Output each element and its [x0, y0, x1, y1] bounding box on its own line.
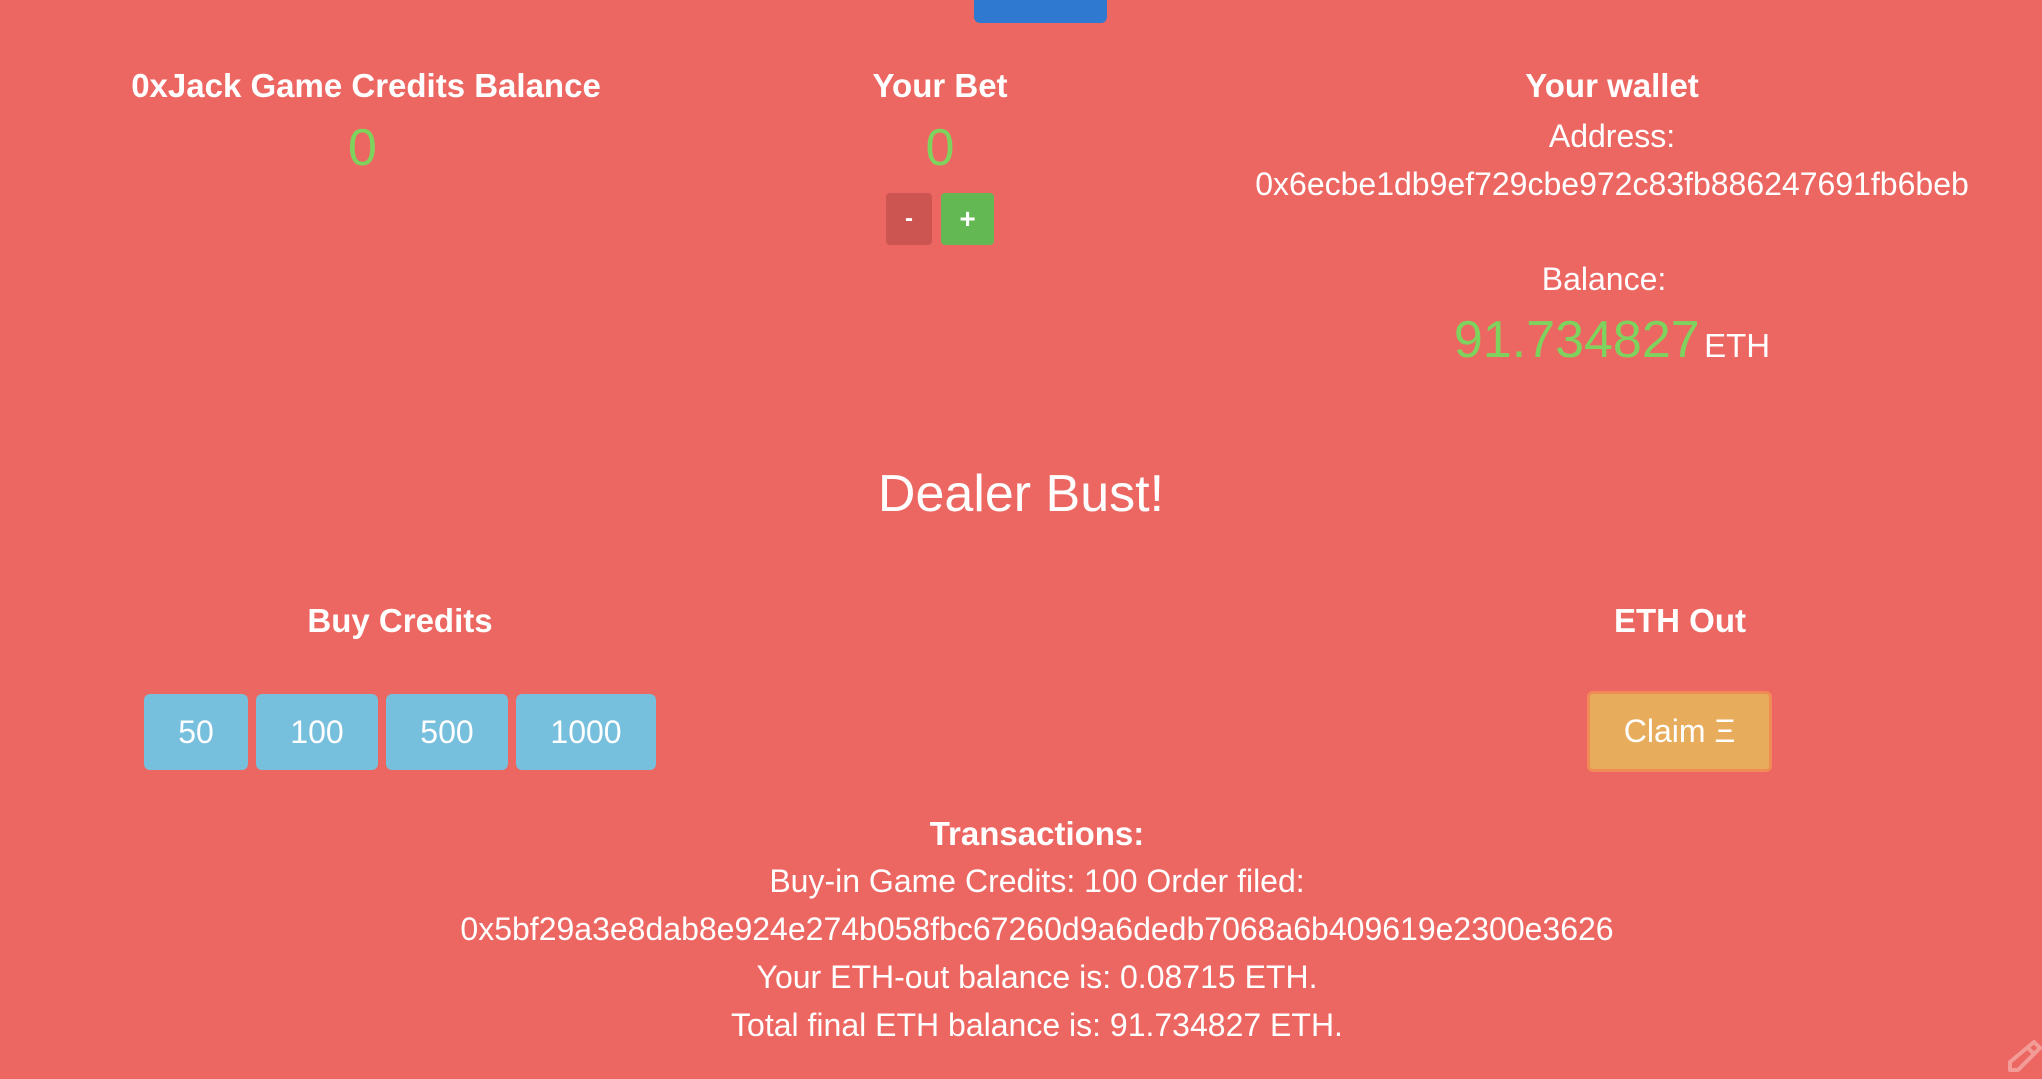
buy-credits-100-button[interactable]: 100	[256, 694, 378, 770]
wallet-title: Your wallet	[1525, 67, 1699, 104]
buy-credits-title: Buy Credits	[307, 602, 493, 639]
credits-balance-title: 0xJack Game Credits Balance	[131, 67, 601, 104]
transactions-title: Transactions:	[929, 815, 1145, 852]
bet-title: Your Bet	[872, 67, 1008, 104]
wallet-address: 0x6ecbe1db9ef729cbe972c83fb886247691fb6b…	[1255, 166, 1969, 202]
bet-increase-button[interactable]: +	[941, 193, 994, 245]
transaction-hash: 0x5bf29a3e8dab8e924e274b058fbc67260d9a6d…	[460, 911, 1614, 947]
buy-credits-1000-button[interactable]: 1000	[516, 694, 656, 770]
final-balance-line: Total final ETH balance is: 91.734827 ET…	[731, 1007, 1343, 1043]
top-action-button[interactable]	[974, 0, 1107, 23]
claim-button[interactable]: Claim Ξ	[1587, 691, 1772, 772]
buy-credits-50-button[interactable]: 50	[144, 694, 248, 770]
wallet-balance: 91.734827 ETH	[1212, 308, 2012, 385]
wallet-balance-unit: ETH	[1704, 327, 1771, 364]
eth-out-title: ETH Out	[1614, 602, 1746, 639]
transaction-line: Buy-in Game Credits: 100 Order filed:	[769, 863, 1305, 899]
bet-value: 0	[925, 119, 955, 177]
wallet-balance-value: 91.734827	[1453, 311, 1700, 369]
eth-out-balance-line: Your ETH-out balance is: 0.08715 ETH.	[756, 959, 1318, 995]
buy-credits-500-button[interactable]: 500	[386, 694, 508, 770]
credits-balance-value: 0	[348, 119, 377, 177]
wallet-balance-label: Balance:	[1541, 261, 1667, 297]
bet-decrease-button[interactable]: -	[886, 193, 932, 245]
game-status-message: Dealer Bust!	[877, 465, 1165, 523]
pencil-icon[interactable]	[2004, 1036, 2042, 1074]
wallet-address-label: Address:	[1548, 118, 1676, 154]
